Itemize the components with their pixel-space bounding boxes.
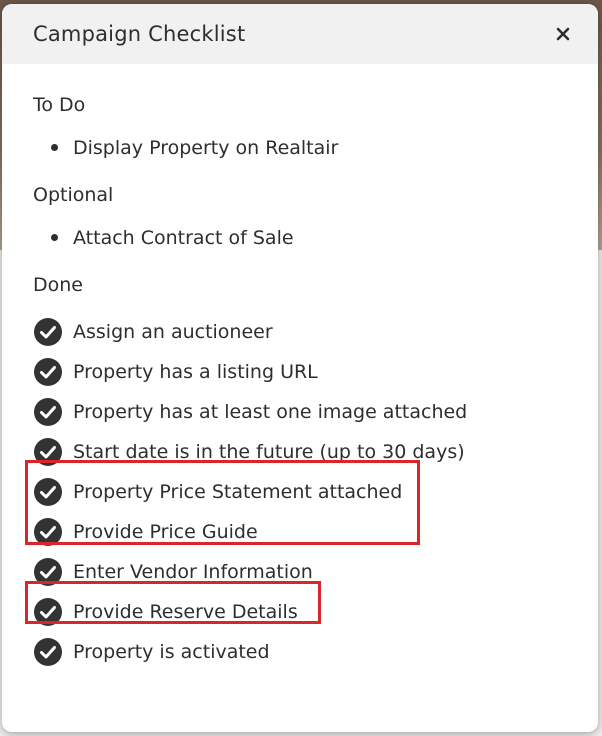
highlight-box bbox=[25, 581, 321, 624]
section-title-optional: Optional bbox=[33, 184, 114, 206]
list-item-label: Property is activated bbox=[73, 641, 270, 663]
list-item: Attach Contract of Sale bbox=[33, 218, 598, 258]
check-circle-icon bbox=[34, 358, 62, 386]
list-item-label: Display Property on Realtair bbox=[73, 137, 339, 159]
close-icon bbox=[556, 27, 570, 41]
list-item: Property has at least one image attached bbox=[33, 392, 598, 432]
todo-list: Display Property on Realtair bbox=[33, 128, 598, 168]
check-circle-icon bbox=[34, 638, 62, 666]
check-circle-icon bbox=[34, 398, 62, 426]
close-button[interactable] bbox=[552, 23, 574, 45]
section-title-done: Done bbox=[33, 274, 83, 296]
list-item-label: Assign an auctioneer bbox=[73, 321, 273, 343]
list-item: Display Property on Realtair bbox=[33, 128, 598, 168]
modal-header: Campaign Checklist bbox=[2, 4, 598, 64]
optional-list: Attach Contract of Sale bbox=[33, 218, 598, 258]
bullet-dot bbox=[51, 234, 58, 241]
section-title-todo: To Do bbox=[33, 94, 86, 116]
modal-body: To Do Display Property on Realtair Optio… bbox=[2, 64, 598, 672]
list-item: Assign an auctioneer bbox=[33, 312, 598, 352]
list-item-label: Attach Contract of Sale bbox=[73, 227, 294, 249]
check-circle-icon bbox=[34, 318, 62, 346]
modal-title: Campaign Checklist bbox=[33, 22, 246, 46]
done-list: Assign an auctioneer Property has a listi… bbox=[25, 312, 598, 672]
list-item-label: Property has at least one image attached bbox=[73, 401, 468, 423]
campaign-checklist-modal: Campaign Checklist To Do Display Propert… bbox=[2, 4, 598, 732]
highlight-box bbox=[25, 460, 420, 545]
list-item: Property has a listing URL bbox=[33, 352, 598, 392]
list-item-label: Property has a listing URL bbox=[73, 361, 318, 383]
list-item: Property is activated bbox=[33, 632, 598, 672]
bullet-dot bbox=[51, 144, 58, 151]
list-item-label: Enter Vendor Information bbox=[73, 561, 313, 583]
